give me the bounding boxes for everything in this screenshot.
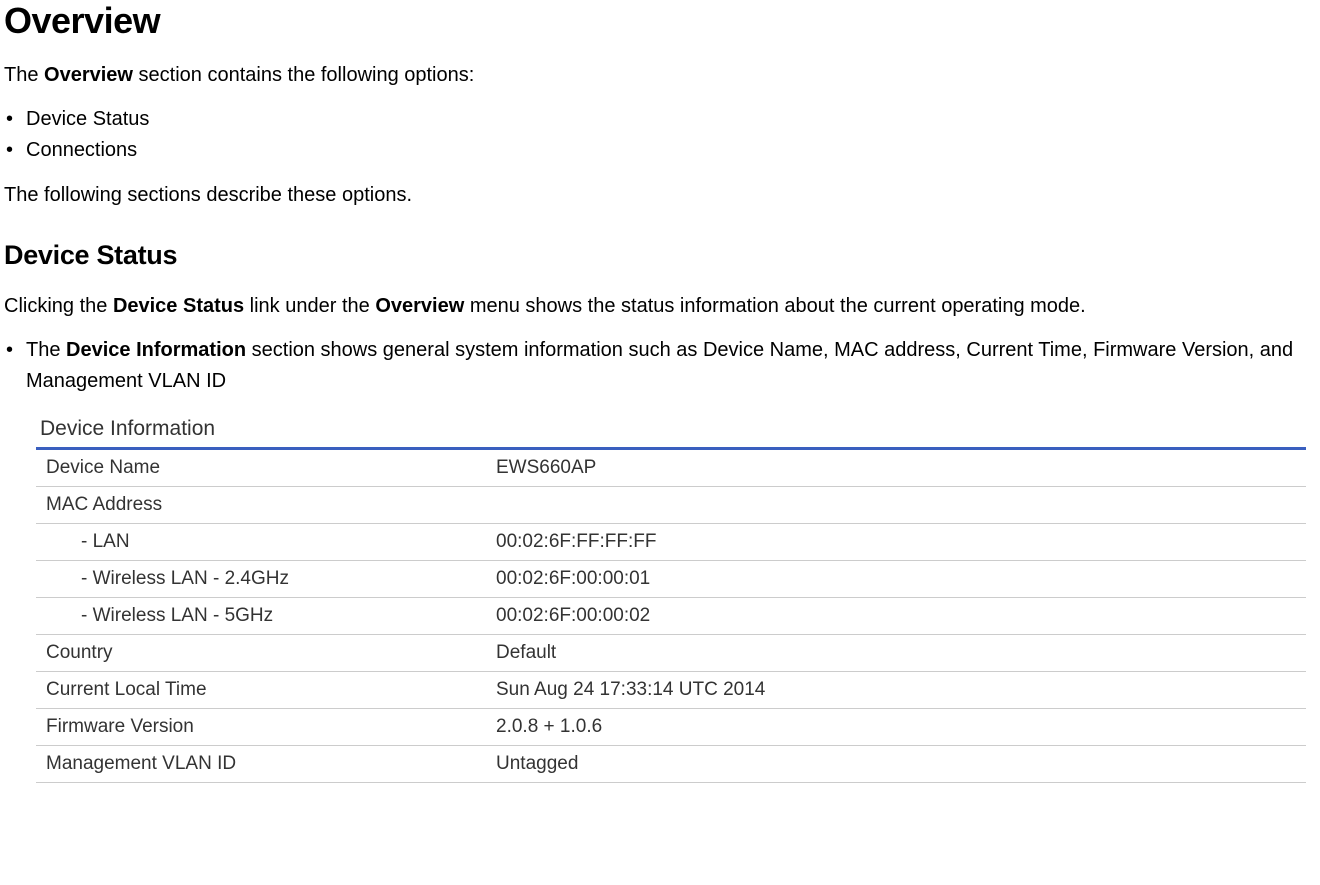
overview-heading: Overview xyxy=(4,0,1316,42)
table-cell-label: MAC Address xyxy=(36,487,486,524)
table-row: - LAN00:02:6F:FF:FF:FF xyxy=(36,524,1306,561)
table-row: CountryDefault xyxy=(36,635,1306,672)
table-cell-value: 2.0.8 + 1.0.6 xyxy=(486,709,1306,746)
device-info-bullet-list: The Device Information section shows gen… xyxy=(4,335,1316,397)
table-title: Device Information xyxy=(40,417,1306,441)
table-row: Management VLAN IDUntagged xyxy=(36,746,1306,783)
ds-p3: menu shows the status information about … xyxy=(464,295,1085,317)
table-row: Device NameEWS660AP xyxy=(36,449,1306,487)
table-cell-value xyxy=(486,487,1306,524)
ds-b2: Overview xyxy=(375,295,464,317)
table-cell-value: Sun Aug 24 17:33:14 UTC 2014 xyxy=(486,672,1306,709)
table-cell-value: EWS660AP xyxy=(486,449,1306,487)
intro-para: The Overview section contains the follow… xyxy=(4,60,1316,90)
table-cell-value: 00:02:6F:FF:FF:FF xyxy=(486,524,1306,561)
list-item: The Device Information section shows gen… xyxy=(4,335,1316,397)
ds-p1: Clicking the xyxy=(4,295,113,317)
table-row: - Wireless LAN - 2.4GHz00:02:6F:00:00:01 xyxy=(36,561,1306,598)
table-row: Current Local TimeSun Aug 24 17:33:14 UT… xyxy=(36,672,1306,709)
table-cell-value: Untagged xyxy=(486,746,1306,783)
options-list: Device Status Connections xyxy=(4,104,1316,166)
ds-p2: link under the xyxy=(244,295,375,317)
device-info-table: Device NameEWS660APMAC Address- LAN00:02… xyxy=(36,447,1306,783)
list-item: Connections xyxy=(4,135,1316,166)
intro-prefix: The xyxy=(4,64,44,86)
table-cell-value: Default xyxy=(486,635,1306,672)
table-cell-label: Device Name xyxy=(36,449,486,487)
table-cell-value: 00:02:6F:00:00:01 xyxy=(486,561,1306,598)
following-para: The following sections describe these op… xyxy=(4,180,1316,210)
device-info-table-wrapper: Device Information Device NameEWS660APMA… xyxy=(36,417,1306,783)
table-row: MAC Address xyxy=(36,487,1306,524)
table-cell-label: Firmware Version xyxy=(36,709,486,746)
di-p1: The xyxy=(26,339,66,361)
table-cell-value: 00:02:6F:00:00:02 xyxy=(486,598,1306,635)
table-cell-label: Current Local Time xyxy=(36,672,486,709)
device-status-para: Clicking the Device Status link under th… xyxy=(4,291,1316,321)
table-cell-label: - LAN xyxy=(36,524,486,561)
table-cell-label: Management VLAN ID xyxy=(36,746,486,783)
list-item: Device Status xyxy=(4,104,1316,135)
table-cell-label: - Wireless LAN - 5GHz xyxy=(36,598,486,635)
intro-bold: Overview xyxy=(44,64,133,86)
table-row: - Wireless LAN - 5GHz00:02:6F:00:00:02 xyxy=(36,598,1306,635)
table-cell-label: - Wireless LAN - 2.4GHz xyxy=(36,561,486,598)
ds-b1: Device Status xyxy=(113,295,244,317)
table-cell-label: Country xyxy=(36,635,486,672)
di-b1: Device Information xyxy=(66,339,246,361)
device-status-heading: Device Status xyxy=(4,240,1316,271)
table-row: Firmware Version2.0.8 + 1.0.6 xyxy=(36,709,1306,746)
intro-suffix: section contains the following options: xyxy=(133,64,474,86)
